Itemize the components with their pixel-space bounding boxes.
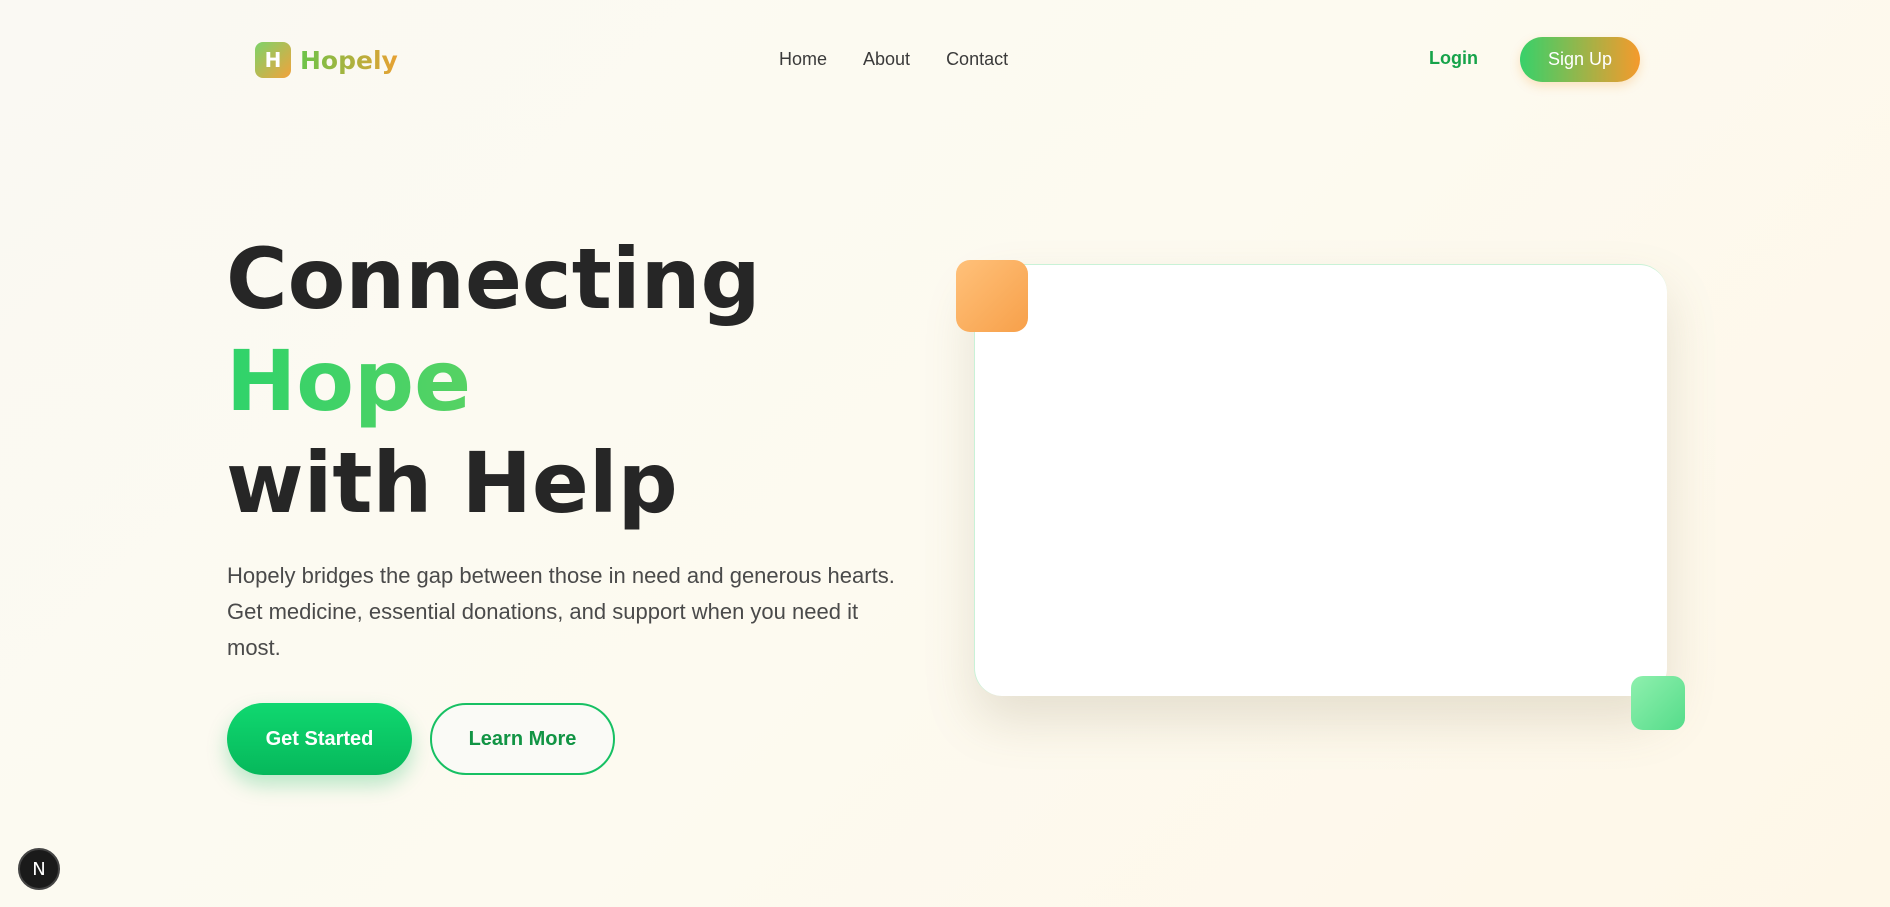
brand-logo-link[interactable]: H Hopely: [255, 42, 398, 78]
nav-links: Home About Contact: [779, 49, 1008, 70]
signup-button[interactable]: Sign Up: [1520, 37, 1640, 82]
nav-link-home[interactable]: Home: [779, 49, 827, 70]
learn-more-button[interactable]: Learn More: [430, 703, 615, 775]
decorative-green-square: [1631, 676, 1685, 730]
hero-image-card: [974, 264, 1667, 696]
dev-tools-badge-icon[interactable]: N: [18, 848, 60, 890]
logo-icon: H: [255, 42, 291, 78]
decorative-orange-square: [956, 260, 1028, 332]
hero-description: Hopely bridges the gap between those in …: [227, 563, 895, 660]
login-link[interactable]: Login: [1429, 48, 1478, 69]
hero-title-line-3: with Help: [226, 434, 678, 532]
brand-name: Hopely: [300, 45, 398, 75]
hero-title-line-1: Connecting: [226, 230, 761, 328]
hero-title: Connecting Hope with Help: [226, 228, 926, 534]
get-started-button[interactable]: Get Started: [227, 703, 412, 775]
top-navigation: H Hopely Home About Contact Login Sign U…: [227, 24, 1667, 96]
hero-title-highlight: Hope: [226, 330, 926, 432]
nav-link-contact[interactable]: Contact: [946, 49, 1008, 70]
nav-link-about[interactable]: About: [863, 49, 910, 70]
